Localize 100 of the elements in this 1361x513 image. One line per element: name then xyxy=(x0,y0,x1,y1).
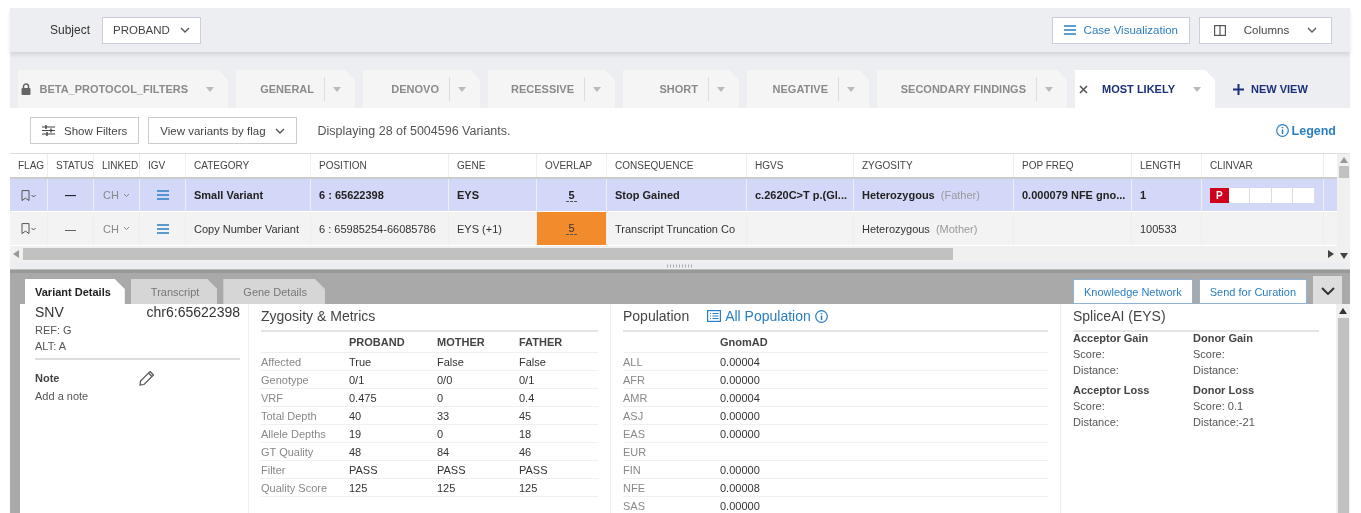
caret-icon[interactable] xyxy=(458,86,466,92)
vertical-scrollbar[interactable] xyxy=(1337,318,1349,513)
column-header[interactable]: ZYGOSITY xyxy=(854,154,1014,177)
chevron-down-icon xyxy=(1320,286,1335,295)
parent-label: (Father) xyxy=(940,189,980,202)
column-header[interactable]: POP FREQ xyxy=(1014,154,1132,177)
columns-icon xyxy=(1214,24,1226,36)
scroll-down-icon[interactable] xyxy=(1339,253,1348,259)
table-cell-text: 125 xyxy=(437,481,457,494)
column-header[interactable]: FLAG xyxy=(10,154,48,177)
status-cell: — xyxy=(65,222,76,235)
table-cell: EYS xyxy=(457,189,479,202)
bookmark-dropdown-icon[interactable] xyxy=(20,189,37,201)
scroll-up-icon[interactable] xyxy=(1339,308,1347,314)
scroll-right-icon[interactable] xyxy=(1328,250,1334,259)
table-row[interactable]: — CH Copy Number Variant 6 : 65985254-66085786 EYS (+1) 5 Transcript Truncation Co Heterozygous (Mother) 100533 xyxy=(10,212,1337,247)
status-cell: — xyxy=(65,189,76,202)
table-row[interactable]: — CH Small Variant 6 : 65622398 EYS 5 Stop Gained c.2620C>T p.(Gl... Heterozygous (Father) 0.000079 NFE gno... 1 P xyxy=(10,178,1337,213)
table-cell-text: PASS xyxy=(519,463,549,476)
table-cell-text: 0.00000 xyxy=(720,463,761,476)
row-label: FIN xyxy=(623,463,642,476)
tab-label: MOST LIKELY xyxy=(1102,83,1175,95)
legend-link[interactable]: Legend xyxy=(1275,123,1336,138)
row-label: Allele Depths xyxy=(261,427,327,440)
column-header[interactable]: IGV xyxy=(140,154,186,177)
distance-text: Distance: xyxy=(1193,364,1240,376)
all-population-link[interactable]: All Population xyxy=(707,308,828,324)
table-cell-text: 0 xyxy=(437,427,445,440)
columns-dropdown[interactable]: Columns xyxy=(1199,16,1332,44)
horizontal-scrollbar[interactable] xyxy=(23,248,953,261)
caret-icon[interactable] xyxy=(1045,86,1053,92)
note-placeholder[interactable]: Add a note xyxy=(35,390,240,402)
pencil-icon[interactable] xyxy=(139,370,156,386)
table-cell-text: PASS xyxy=(437,463,467,476)
distance-text: Distance: xyxy=(1073,364,1120,376)
table-cell: 0.000079 NFE gno... xyxy=(1022,189,1126,202)
score-text: Score: 0.1 xyxy=(1193,400,1245,412)
table-cell-text: 84 xyxy=(437,445,451,458)
group-title: Acceptor Loss xyxy=(1073,384,1151,396)
scroll-left-icon[interactable] xyxy=(13,250,19,259)
sliders-icon xyxy=(42,125,55,136)
list-icon[interactable] xyxy=(156,190,169,201)
caret-icon[interactable] xyxy=(1193,86,1201,92)
row-label: AMR xyxy=(623,391,649,404)
table-cell-text: 125 xyxy=(349,481,369,494)
overlap-cell[interactable]: 5 xyxy=(537,178,607,212)
detail-tab[interactable]: Variant Details xyxy=(25,279,125,304)
table-cell: Small Variant xyxy=(194,189,264,202)
table-cell: 1 xyxy=(1140,189,1147,202)
caret-icon[interactable] xyxy=(333,86,341,92)
caret-icon[interactable] xyxy=(206,86,214,92)
table-cell-text: 19 xyxy=(349,427,363,440)
group-title: Acceptor Gain xyxy=(1073,332,1150,344)
collapse-button[interactable] xyxy=(1313,276,1342,305)
drag-handle-icon[interactable] xyxy=(666,263,694,268)
action-button[interactable]: Send for Curation xyxy=(1198,279,1307,304)
view-tab[interactable]: MOST LIKELY xyxy=(1075,70,1215,108)
table-cell-text: 0.00000 xyxy=(720,427,761,440)
column-header[interactable]: LENGTH xyxy=(1132,154,1202,177)
list-icon[interactable] xyxy=(156,223,169,234)
info-icon xyxy=(1275,124,1289,137)
row-label: Total Depth xyxy=(261,409,318,422)
table-cell-text: 0.00000 xyxy=(720,499,761,512)
parent-label: (Mother) xyxy=(935,222,978,235)
pathogenic-badge: P xyxy=(1210,187,1229,203)
column-header[interactable]: OVERLAP xyxy=(537,154,607,177)
overlap-cell[interactable]: 5 xyxy=(537,212,607,246)
table-cell-text: 0.00000 xyxy=(720,409,761,422)
column-header[interactable]: CLINVAR xyxy=(1202,154,1324,177)
show-filters-button[interactable]: Show Filters xyxy=(30,117,140,144)
table-cell: 100533 xyxy=(1140,222,1177,235)
column-header[interactable]: STATUS xyxy=(48,154,94,177)
vertical-scrollbar[interactable] xyxy=(1338,166,1349,178)
column-header[interactable]: LINKED xyxy=(94,154,140,177)
case-visualization-button[interactable]: Case Visualization xyxy=(1051,16,1190,44)
subject-dropdown[interactable]: PROBAND xyxy=(102,16,201,44)
bookmark-dropdown-icon[interactable] xyxy=(20,223,37,235)
table-cell-text: 0.4 xyxy=(519,391,536,404)
close-icon[interactable] xyxy=(1079,84,1089,94)
table-cell-text: 0.00000 xyxy=(720,373,761,386)
column-header[interactable]: GENE xyxy=(449,154,537,177)
row-label: EUR xyxy=(623,445,648,458)
group-title: Donor Gain xyxy=(1193,332,1254,344)
column-header[interactable]: POSITION xyxy=(311,154,449,177)
table-cell-text: False xyxy=(519,355,547,368)
action-button[interactable]: Knowledge Network xyxy=(1072,279,1193,304)
table-cell: Copy Number Variant xyxy=(194,222,299,235)
flag-filter-dropdown[interactable]: View variants by flag xyxy=(148,117,297,144)
tab-label: BETA_PROTOCOL_FILTERS xyxy=(39,83,188,95)
new-view-button[interactable]: NEW VIEW xyxy=(1223,70,1318,108)
column-header[interactable]: CATEGORY xyxy=(186,154,311,177)
list-icon xyxy=(1063,25,1076,35)
column-header[interactable]: CONSEQUENCE xyxy=(607,154,747,177)
variant-location: chr6:65622398 xyxy=(146,304,240,320)
caret-icon[interactable] xyxy=(847,86,855,92)
caret-icon[interactable] xyxy=(717,86,725,92)
column-header[interactable]: HGVS xyxy=(747,154,854,177)
table-cell: EYS (+1) xyxy=(457,222,502,235)
caret-icon[interactable] xyxy=(593,86,601,92)
table-cell: 6 : 65985254-66085786 xyxy=(319,222,436,235)
